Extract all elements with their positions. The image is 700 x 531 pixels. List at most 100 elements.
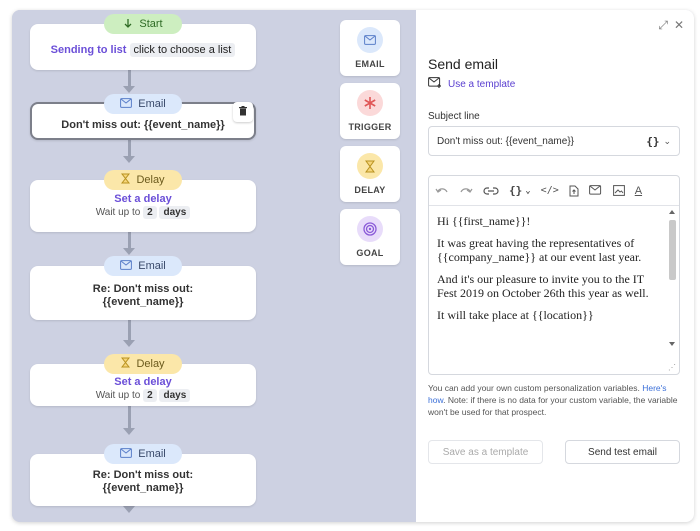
- redo-icon[interactable]: [459, 186, 473, 196]
- asterisk-icon: [357, 90, 383, 116]
- personalization-help: You can add your own custom personalizat…: [428, 382, 684, 418]
- connector-arrow: [123, 86, 135, 93]
- body-paragraph: It was great having the representatives …: [437, 236, 642, 264]
- start-pill: Start: [104, 14, 182, 34]
- email-pill: Email: [104, 94, 182, 114]
- connector-arrow: [123, 340, 135, 347]
- palette-label: GOAL: [356, 248, 384, 258]
- chevron-down-icon: ⌄: [663, 135, 671, 146]
- scroll-up-arrow[interactable]: [669, 210, 675, 214]
- variables-dropdown[interactable]: {} ⌄: [646, 135, 671, 148]
- mail-icon: [120, 259, 133, 273]
- choose-list-link[interactable]: click to choose a list: [129, 43, 236, 57]
- editor-toolbar: {} ⌄ </> A: [429, 176, 679, 206]
- connector-arrow: [123, 428, 135, 435]
- delay-title: Set a delay: [114, 376, 172, 388]
- wait-prefix: Wait up to: [95, 207, 141, 218]
- panel-title: Send email: [428, 56, 499, 72]
- palette-label: DELAY: [354, 185, 386, 195]
- start-pill-label: Start: [139, 18, 163, 30]
- palette-goal[interactable]: GOAL: [340, 209, 400, 265]
- delete-node-button[interactable]: [233, 102, 253, 122]
- template-icon[interactable]: [588, 185, 603, 196]
- app-window: Start Sending to list click to choose a …: [12, 10, 694, 522]
- wait-unit[interactable]: days: [159, 206, 191, 219]
- image-icon[interactable]: [612, 185, 625, 196]
- email-node-1[interactable]: Email Don't miss out: {{event_name}}: [30, 94, 256, 140]
- delay-pill-label: Delay: [136, 358, 165, 370]
- delay-node-2[interactable]: Delay Set a delay Wait up to 2 days: [30, 354, 256, 406]
- wait-prefix: Wait up to: [95, 390, 141, 401]
- palette-label: EMAIL: [355, 59, 385, 69]
- use-template-label: Use a template: [448, 78, 516, 90]
- wait-amount[interactable]: 2: [143, 389, 157, 402]
- send-email-panel: ⤢ ✕ Send email Use a template Subject li…: [416, 10, 694, 522]
- email-pill: Email: [104, 444, 182, 464]
- expand-icon[interactable]: ⤢: [658, 18, 668, 33]
- email-body[interactable]: Hi {{first_name}}! It was great having t…: [429, 206, 665, 361]
- subject-label: Subject line: [428, 111, 480, 122]
- mail-icon: [357, 27, 383, 53]
- scroll-thumb[interactable]: [669, 220, 676, 280]
- close-icon[interactable]: ✕: [674, 18, 684, 33]
- email-subject: Re: Don't miss out: {{event_name}}: [92, 469, 194, 494]
- email-node-2[interactable]: Email Re: Don't miss out: {{event_name}}: [30, 256, 256, 320]
- hourglass-icon: [121, 357, 131, 371]
- body-paragraph: It will take place at {{location}}: [437, 308, 594, 322]
- palette-trigger[interactable]: TRIGGER: [340, 83, 400, 139]
- email-pill-label: Email: [138, 260, 166, 272]
- delay-wait-line: Wait up to 2 days: [30, 389, 256, 402]
- template-mail-icon: [428, 77, 442, 91]
- delay-pill: Delay: [104, 354, 182, 374]
- link-icon[interactable]: [483, 186, 499, 196]
- help-suffix: . Note: if there is no data for your cus…: [428, 395, 678, 417]
- hourglass-icon: [121, 173, 131, 187]
- connector-arrow: [123, 248, 135, 255]
- start-node[interactable]: Start Sending to list click to choose a …: [30, 14, 256, 70]
- use-template-link[interactable]: Use a template: [428, 77, 515, 91]
- flow-canvas[interactable]: Start Sending to list click to choose a …: [12, 10, 416, 522]
- start-line: Sending to list click to choose a list: [30, 43, 256, 57]
- delay-wait-line: Wait up to 2 days: [30, 206, 256, 219]
- subject-value: Don't miss out: {{event_name}}: [437, 135, 574, 147]
- sending-label: Sending to list: [50, 44, 127, 56]
- email-node-3[interactable]: Email Re: Don't miss out: {{event_name}}: [30, 444, 256, 506]
- mail-icon: [120, 97, 133, 111]
- palette-delay[interactable]: DELAY: [340, 146, 400, 202]
- palette-email[interactable]: EMAIL: [340, 20, 400, 76]
- text-color-icon[interactable]: A: [635, 185, 642, 197]
- delay-pill-label: Delay: [136, 174, 165, 186]
- delay-node-1[interactable]: Delay Set a delay Wait up to 2 days: [30, 170, 256, 232]
- body-paragraph: And it's our pleasure to invite you to t…: [437, 272, 649, 300]
- save-template-button[interactable]: Save as a template: [428, 440, 543, 464]
- email-pill: Email: [104, 256, 182, 276]
- subject-input[interactable]: Don't miss out: {{event_name}} {} ⌄: [428, 126, 680, 156]
- palette-label: TRIGGER: [348, 122, 392, 132]
- help-prefix: You can add your own custom personalizat…: [428, 383, 643, 393]
- email-pill-label: Email: [138, 98, 166, 110]
- wait-unit[interactable]: days: [159, 389, 191, 402]
- panel-controls: ⤢ ✕: [658, 18, 684, 33]
- scroll-down-arrow[interactable]: [669, 342, 675, 346]
- target-icon: [357, 216, 383, 242]
- variables-icon[interactable]: {} ⌄: [509, 184, 531, 197]
- delay-title: Set a delay: [114, 193, 172, 205]
- connector-arrow: [123, 506, 135, 513]
- arrow-down-icon: [123, 18, 133, 31]
- undo-icon[interactable]: [435, 186, 449, 196]
- code-icon[interactable]: </>: [541, 185, 559, 196]
- mail-icon: [120, 447, 133, 461]
- resize-handle-icon[interactable]: ⋰: [668, 363, 676, 372]
- delay-pill: Delay: [104, 170, 182, 190]
- body-paragraph: Hi {{first_name}}!: [437, 214, 531, 228]
- hourglass-icon: [357, 153, 383, 179]
- wait-amount[interactable]: 2: [143, 206, 157, 219]
- editor-scrollbar[interactable]: [667, 210, 677, 348]
- attachment-icon[interactable]: [569, 185, 579, 197]
- variables-button: {}: [646, 134, 660, 148]
- email-subject: Re: Don't miss out: {{event_name}}: [92, 283, 194, 308]
- email-pill-label: Email: [138, 448, 166, 460]
- email-body-editor[interactable]: {} ⌄ </> A Hi {{first_name}}! It was grea…: [428, 175, 680, 375]
- send-test-email-button[interactable]: Send test email: [565, 440, 680, 464]
- email-subject: Don't miss out: {{event_name}}: [61, 119, 225, 131]
